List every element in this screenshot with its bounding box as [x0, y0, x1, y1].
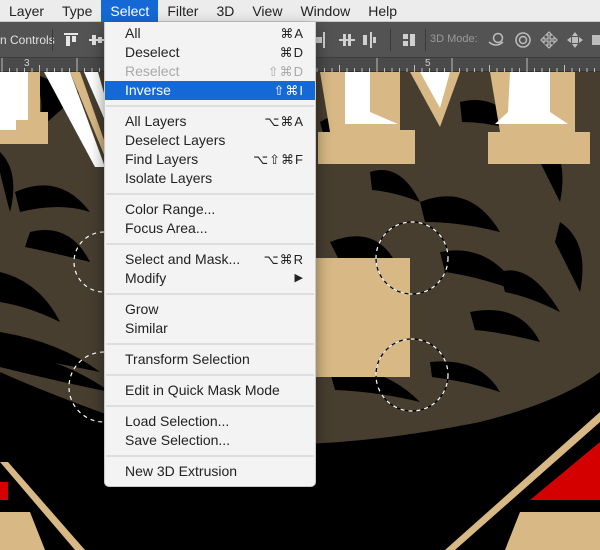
menu-item-label: Deselect	[125, 44, 180, 60]
menu-3d[interactable]: 3D	[207, 0, 243, 22]
auto-align-layers-icon[interactable]	[400, 31, 418, 49]
keyboard-shortcut: ⌥⇧⌘F	[253, 152, 304, 167]
menu-item-deselect-layers[interactable]: Deselect Layers	[105, 131, 315, 150]
align-top-edges-icon[interactable]	[62, 31, 80, 49]
menu-item-grow[interactable]: Grow	[105, 300, 315, 319]
menu-item-find-layers[interactable]: Find Layers ⌥⇧⌘F	[105, 150, 315, 169]
menu-separator	[105, 369, 315, 381]
3d-roll-icon[interactable]	[514, 31, 532, 49]
select-menu-dropdown: All ⌘A Deselect ⌘D Reselect ⇧⌘D Inverse ⇧⌘I All …	[104, 22, 316, 487]
menu-view[interactable]: View	[243, 0, 291, 22]
menu-item-modify[interactable]: Modify ▶	[105, 269, 315, 288]
menu-bar: Layer Type Select Filter 3D View Window …	[0, 0, 600, 22]
menu-separator	[105, 338, 315, 350]
menu-item-label: All Layers	[125, 113, 187, 129]
divider	[52, 29, 53, 51]
menu-separator	[105, 288, 315, 300]
3d-mode-label: 3D Mode:	[430, 33, 478, 45]
menu-item-label: Edit in Quick Mask Mode	[125, 382, 280, 398]
menu-item-label: Similar	[125, 320, 168, 336]
menu-separator	[105, 100, 315, 112]
keyboard-shortcut: ⌥⌘A	[264, 114, 304, 129]
keyboard-shortcut: ⌥⌘R	[263, 252, 304, 267]
menu-item-all[interactable]: All ⌘A	[105, 24, 315, 43]
menu-item-similar[interactable]: Similar	[105, 319, 315, 338]
3d-pan-icon[interactable]	[540, 31, 558, 49]
keyboard-shortcut: ⇧⌘D	[267, 64, 304, 79]
distribute-right-icon[interactable]	[360, 31, 378, 49]
menu-item-all-layers[interactable]: All Layers ⌥⌘A	[105, 112, 315, 131]
menu-help[interactable]: Help	[359, 0, 406, 22]
menu-layer[interactable]: Layer	[0, 0, 53, 22]
menu-item-focus-area[interactable]: Focus Area...	[105, 219, 315, 238]
3d-slide-icon[interactable]	[566, 31, 584, 49]
distribute-left-icon[interactable]	[315, 31, 333, 49]
menu-item-edit-in-quick-mask-mode[interactable]: Edit in Quick Mask Mode	[105, 381, 315, 400]
menu-item-deselect[interactable]: Deselect ⌘D	[105, 43, 315, 62]
keyboard-shortcut: ⌘A	[280, 26, 304, 41]
distribute-horizontal-centers-icon[interactable]	[338, 31, 356, 49]
3d-orbit-icon[interactable]	[487, 31, 505, 49]
keyboard-shortcut: ⌘D	[279, 45, 304, 60]
menu-item-select-and-mask[interactable]: Select and Mask... ⌥⌘R	[105, 250, 315, 269]
menu-item-transform-selection[interactable]: Transform Selection	[105, 350, 315, 369]
menu-window[interactable]: Window	[291, 0, 359, 22]
3d-scale-icon[interactable]	[592, 35, 600, 45]
menu-item-reselect: Reselect ⇧⌘D	[105, 62, 315, 81]
menu-item-new-3d-extrusion[interactable]: New 3D Extrusion	[105, 462, 315, 481]
menu-item-label: Modify	[125, 270, 167, 286]
menu-item-label: Save Selection...	[125, 432, 231, 448]
menu-item-label: Find Layers	[125, 151, 199, 167]
divider	[425, 29, 426, 51]
menu-item-color-range[interactable]: Color Range...	[105, 200, 315, 219]
menu-item-label: Transform Selection	[125, 351, 250, 367]
menu-item-load-selection[interactable]: Load Selection...	[105, 412, 315, 431]
submenu-arrow-icon: ▶	[294, 272, 303, 284]
divider	[390, 29, 391, 51]
menu-item-inverse[interactable]: Inverse ⇧⌘I	[105, 81, 315, 100]
menu-separator	[105, 188, 315, 200]
ruler-label: 5	[425, 58, 431, 69]
menu-item-label: Focus Area...	[125, 220, 208, 236]
tan-rectangle	[310, 258, 410, 377]
menu-item-label: Deselect Layers	[125, 132, 226, 148]
menu-item-label: New 3D Extrusion	[125, 463, 238, 479]
menu-separator	[105, 450, 315, 462]
menu-select[interactable]: Select	[101, 0, 159, 22]
menu-item-label: All	[125, 25, 141, 41]
menu-item-label: Isolate Layers	[125, 170, 213, 186]
menu-separator	[105, 238, 315, 250]
ruler-label: 3	[24, 58, 30, 69]
menu-item-isolate-layers[interactable]: Isolate Layers	[105, 169, 315, 188]
menu-item-label: Load Selection...	[125, 413, 230, 429]
menu-separator	[105, 400, 315, 412]
keyboard-shortcut: ⇧⌘I	[273, 83, 304, 98]
menu-type[interactable]: Type	[53, 0, 101, 22]
menu-item-label: Inverse	[125, 82, 171, 98]
transform-controls-checkbox-label[interactable]: n Controls	[0, 33, 55, 47]
menu-item-label: Reselect	[125, 63, 180, 79]
menu-item-label: Color Range...	[125, 201, 216, 217]
menu-item-label: Select and Mask...	[125, 251, 241, 267]
menu-item-label: Grow	[125, 301, 159, 317]
menu-item-save-selection[interactable]: Save Selection...	[105, 431, 315, 450]
menu-filter[interactable]: Filter	[158, 0, 207, 22]
